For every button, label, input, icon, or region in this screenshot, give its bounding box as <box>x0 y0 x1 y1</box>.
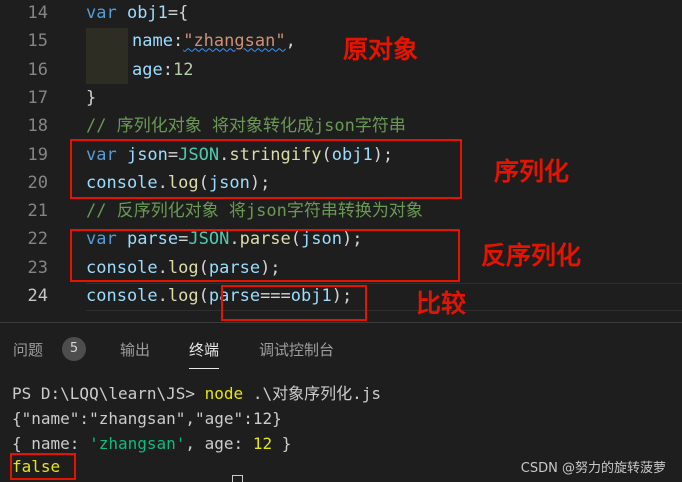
tab-problems[interactable]: 问题 <box>13 339 43 360</box>
tab-debug-console[interactable]: 调试控制台 <box>259 339 334 360</box>
terminal-command: node <box>204 384 244 403</box>
code-text[interactable]: age:12 <box>86 56 193 84</box>
watermark: CSDN @努力的旋转菠萝 <box>520 461 666 476</box>
terminal-output-object: { name: 'zhangsan', age: 12 } <box>12 431 672 456</box>
obj-open: { name: <box>12 434 90 453</box>
bottom-panel: 问题 5 输出 终端 调试控制台 PS D:\LQQ\learn\JS> nod… <box>0 322 682 482</box>
token: , <box>285 31 296 52</box>
code-text[interactable]: // 序列化对象 将对象转化成json字符串 <box>86 112 406 140</box>
token: // 反序列化对象 将json字符串转换为对象 <box>86 201 423 222</box>
code-editor[interactable]: 14 var obj1={15 name:"zhangsan", 16 age:12 17… <box>0 0 682 322</box>
problems-count-badge: 5 <box>62 337 86 361</box>
token: age <box>132 59 163 80</box>
line-number: 17 <box>27 87 48 108</box>
token: // 序列化对象 将对象转化成json字符串 <box>86 116 406 137</box>
line-number: 14 <box>27 3 48 23</box>
line-number: 24 <box>27 286 48 306</box>
obj-name-value: 'zhangsan' <box>89 434 186 453</box>
code-text[interactable]: var obj1={ <box>86 0 188 27</box>
code-line[interactable]: 21 // 反序列化对象 将json字符串转换为对象 <box>0 197 682 225</box>
token: obj1 <box>126 3 168 23</box>
line-number: 23 <box>27 257 48 278</box>
terminal-cursor <box>232 475 243 482</box>
token: 12 <box>172 59 194 80</box>
panel-tabs: 问题 5 输出 终端 调试控制台 <box>0 323 682 373</box>
token: : <box>172 31 184 52</box>
code-line[interactable]: 14 var obj1={ <box>0 0 682 27</box>
obj-close: } <box>272 434 292 453</box>
token: console <box>86 286 158 306</box>
code-text[interactable]: // 反序列化对象 将json字符串转换为对象 <box>86 197 423 225</box>
line-number: 19 <box>27 144 48 165</box>
code-line[interactable]: 17} <box>0 84 682 112</box>
obj-age-value: 12 <box>252 434 273 453</box>
deserialize-highlight-box <box>70 229 460 282</box>
line-number: 16 <box>27 59 48 80</box>
terminal-command-arg: .\对象序列化.js <box>243 384 381 403</box>
annotation-compare: 比较 <box>416 289 467 318</box>
code-text[interactable]: } <box>86 84 96 112</box>
token: : <box>162 59 173 80</box>
terminal-prompt-line[interactable]: PS D:\LQQ\learn\JS> node .\对象序列化.js <box>12 381 672 406</box>
line-number: 22 <box>27 229 48 250</box>
token: } <box>86 87 97 108</box>
annotation-serialize: 序列化 <box>494 157 570 186</box>
token: . <box>157 286 168 306</box>
obj-mid: , age: <box>185 434 253 453</box>
token: "zhangsan" <box>183 31 286 52</box>
token: var <box>86 3 127 23</box>
compare-highlight-box <box>221 285 367 321</box>
line-number: 21 <box>27 201 48 222</box>
code-line[interactable]: 15 name:"zhangsan", <box>0 27 682 55</box>
annotation-original-object: 原对象 <box>343 35 419 64</box>
token: ( <box>198 286 209 306</box>
active-tab-underline <box>189 368 220 369</box>
annotation-deserialize: 反序列化 <box>481 241 582 270</box>
tab-output[interactable]: 输出 <box>120 339 150 360</box>
terminal-output-json: {"name":"zhangsan","age":12} <box>12 409 282 428</box>
terminal-prompt: PS D:\LQQ\learn\JS> <box>12 384 205 403</box>
token: name <box>132 31 173 52</box>
tab-terminal-label: 终端 <box>189 341 220 359</box>
line-number: 18 <box>27 116 48 137</box>
line-number: 15 <box>27 31 48 52</box>
false-highlight-box <box>10 453 76 480</box>
line-number: 20 <box>27 172 48 193</box>
serialize-highlight-box <box>70 139 462 199</box>
code-line[interactable]: 18 // 序列化对象 将对象转化成json字符串 <box>0 112 682 140</box>
token: log <box>167 286 199 306</box>
code-text[interactable]: name:"zhangsan", <box>86 27 296 55</box>
token: ={ <box>167 3 189 23</box>
code-line[interactable]: 16 age:12 <box>0 56 682 84</box>
tab-terminal[interactable]: 终端 <box>189 339 220 369</box>
